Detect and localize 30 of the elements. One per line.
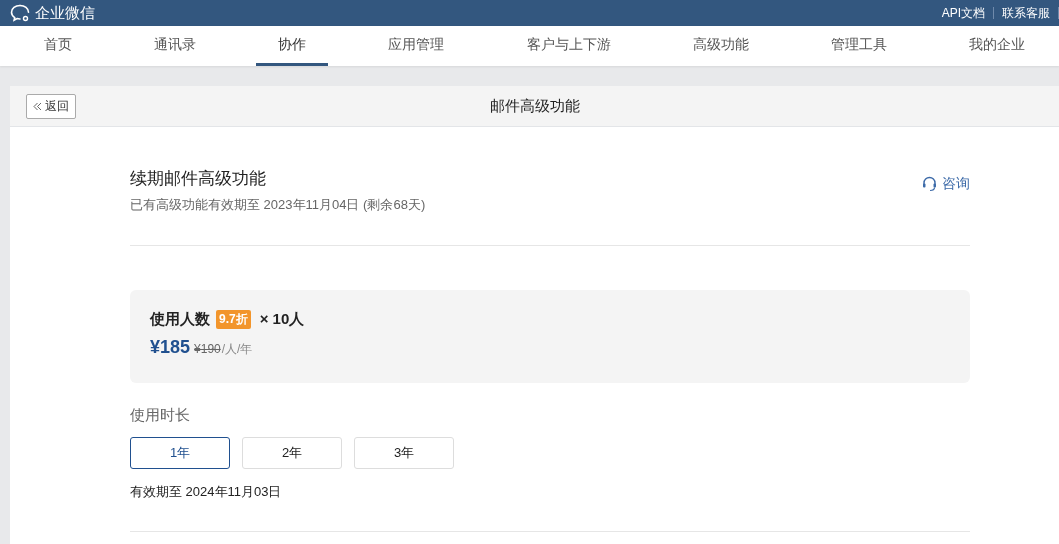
expiry-note: 已有高级功能有效期至 2023年11月04日 (剩余68天) [130, 196, 426, 214]
nav-tab[interactable]: 高级功能 [670, 26, 771, 66]
chat-bubble-icon [10, 4, 32, 22]
nav-tab[interactable]: 协作 [256, 26, 329, 66]
nav-tab[interactable]: 我的企业 [947, 26, 1047, 66]
headset-icon [922, 176, 937, 192]
nav-tab[interactable]: 首页 [22, 26, 94, 66]
nav-tab[interactable]: 应用管理 [366, 26, 467, 66]
header-link[interactable]: 联系客服 [994, 7, 1059, 19]
page-title: 邮件高级功能 [489, 96, 580, 116]
consult-link[interactable]: 咨询 [922, 175, 970, 193]
nav-tab[interactable]: 管理工具 [808, 26, 909, 66]
section-title: 续期邮件高级功能 [130, 168, 267, 190]
header-link[interactable]: API文档 [933, 7, 994, 19]
nav-tab[interactable]: 通讯录 [132, 26, 219, 66]
price-unit: /人/年 [221, 341, 253, 358]
double-chevron-left-icon [33, 102, 42, 111]
duration-option[interactable]: 3年 [354, 437, 454, 469]
user-count: × 10人 [259, 310, 305, 329]
back-button[interactable]: 返回 [26, 94, 76, 119]
duration-option[interactable]: 1年 [130, 437, 230, 469]
duration-label: 使用时长 [130, 406, 191, 425]
brand-name: 企业微信 [35, 3, 95, 23]
discount-badge: 9.7折 [216, 310, 251, 329]
original-price: ¥190 [194, 342, 221, 356]
new-expiry-date: 有效期至 2024年11月03日 [130, 483, 283, 501]
nav-tab[interactable]: 客户与上下游 [504, 26, 633, 66]
user-count-label: 使用人数 [150, 310, 210, 329]
price: ¥185 [150, 337, 191, 358]
duration-option[interactable]: 2年 [242, 437, 342, 469]
